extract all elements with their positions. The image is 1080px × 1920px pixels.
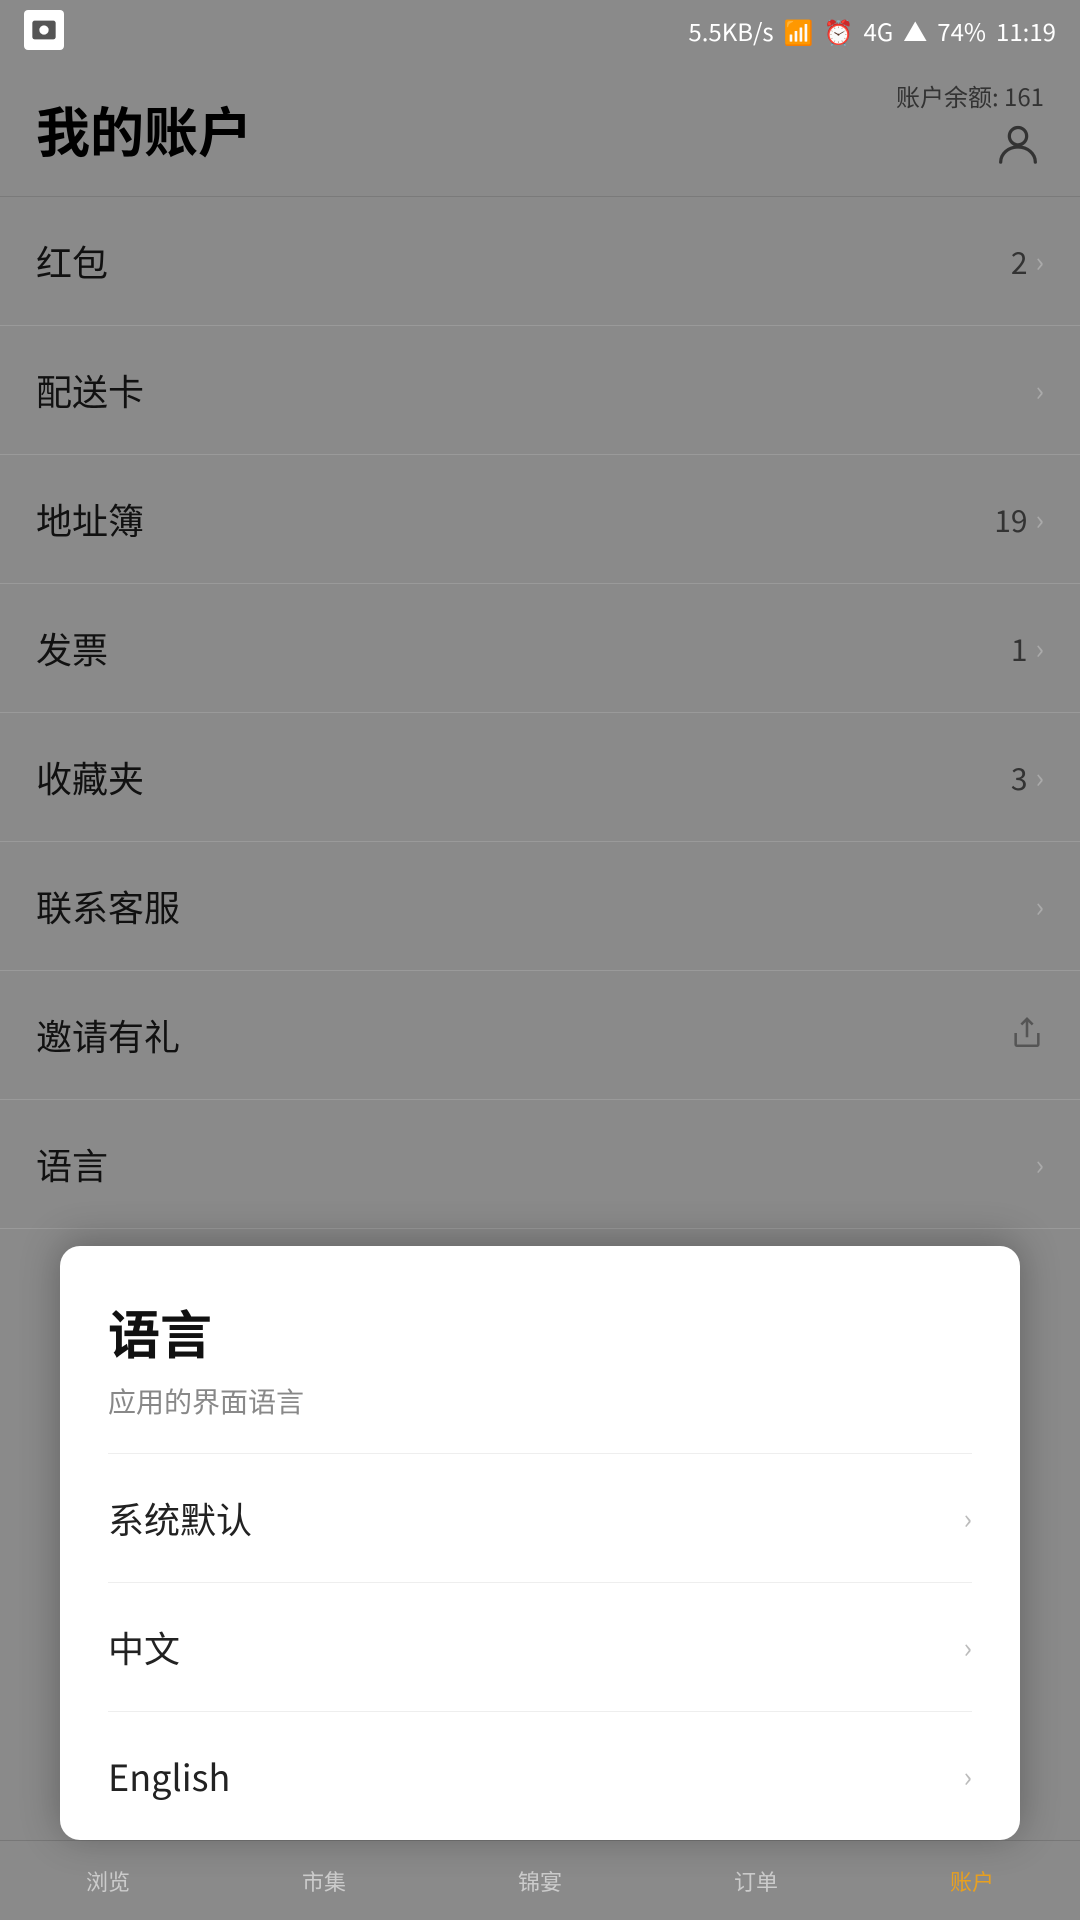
time-label: 11:19 [996,13,1056,48]
modal-subtitle: 应用的界面语言 [108,1381,972,1421]
menu-label-peisongka: 配送卡 [36,364,144,416]
language-option-system-label: 系统默认 [108,1492,252,1544]
status-left [24,10,64,50]
header-right: 账户余额: 161 [896,78,1044,178]
balance-display: 账户余额: 161 [896,78,1044,113]
chevron-icon-chinese: › [964,1627,972,1667]
language-option-chinese[interactable]: 中文 › [108,1582,972,1711]
nav-item-jingyan[interactable]: 锦宴 [432,1865,648,1897]
chevron-icon-kefu: › [1036,886,1044,926]
balance-label: 账户余额: [896,78,999,113]
photo-icon [24,10,64,50]
chevron-icon-hongbao: › [1036,241,1044,281]
menu-list: 红包 2 › 配送卡 › 地址簿 19 › 发票 1 › [0,197,1080,1229]
menu-label-fapiao: 发票 [36,622,108,674]
language-modal: 语言 应用的界面语言 系统默认 › 中文 › English › [60,1246,1020,1840]
menu-item-fapiao[interactable]: 发票 1 › [0,584,1080,713]
menu-item-kefu[interactable]: 联系客服 › [0,842,1080,971]
language-modal-overlay: 语言 应用的界面语言 系统默认 › 中文 › English › [0,1246,1080,1840]
language-option-english-label: English [108,1750,230,1802]
chevron-icon-dizhibo: › [1036,499,1044,539]
data-icon: 4G [863,13,893,48]
nav-label-orders: 订单 [734,1865,778,1897]
chevron-icon-english: › [964,1756,972,1796]
language-option-chinese-label: 中文 [108,1621,180,1673]
chevron-icon-peisongka: › [1036,370,1044,410]
user-avatar-button[interactable] [992,121,1044,178]
bottom-nav: 浏览 市集 锦宴 订单 账户 [0,1840,1080,1920]
menu-label-hongbao: 红包 [36,235,108,287]
menu-label-dizhibo: 地址簿 [36,493,144,545]
status-bar: 5.5KB/s 📶 ⏰ 4G ▲ 74% 11:19 [0,0,1080,60]
page-header: 我的账户 账户余额: 161 [0,60,1080,197]
signal-icon: 📶 [784,13,814,48]
menu-label-yuyan: 语言 [36,1138,108,1190]
nav-item-market[interactable]: 市集 [216,1865,432,1897]
menu-label-yaoqing: 邀请有礼 [36,1009,180,1061]
badge-fapiao: 1 [1011,626,1028,670]
balance-value: 161 [1004,78,1044,113]
menu-item-yuyan[interactable]: 语言 › [0,1100,1080,1229]
menu-item-dizhibo[interactable]: 地址簿 19 › [0,455,1080,584]
menu-item-shoucang[interactable]: 收藏夹 3 › [0,713,1080,842]
share-icon-yaoqing [1010,1011,1044,1060]
nav-label-browse: 浏览 [86,1865,130,1897]
badge-dizhibo: 19 [994,497,1027,541]
language-option-system[interactable]: 系统默认 › [108,1453,972,1582]
chevron-icon-system: › [964,1498,972,1538]
signal2-icon: ▲ [903,13,927,48]
nav-label-market: 市集 [302,1865,346,1897]
chevron-icon-fapiao: › [1036,628,1044,668]
menu-item-hongbao[interactable]: 红包 2 › [0,197,1080,326]
nav-label-jingyan: 锦宴 [518,1865,562,1897]
nav-item-account[interactable]: 账户 [864,1865,1080,1897]
chevron-icon-shoucang: › [1036,757,1044,797]
menu-item-yaoqing[interactable]: 邀请有礼 [0,971,1080,1100]
alarm-icon: ⏰ [824,13,854,48]
menu-item-peisongka[interactable]: 配送卡 › [0,326,1080,455]
language-option-english[interactable]: English › [108,1711,972,1840]
page-title: 我的账户 [36,89,252,168]
badge-hongbao: 2 [1011,239,1028,283]
status-right: 5.5KB/s 📶 ⏰ 4G ▲ 74% 11:19 [688,13,1056,48]
battery-label: 74% [937,13,986,48]
chevron-icon-yuyan: › [1036,1144,1044,1184]
nav-label-account: 账户 [950,1865,994,1897]
menu-label-kefu: 联系客服 [36,880,180,932]
modal-title: 语言 [108,1294,972,1369]
network-speed: 5.5KB/s [688,13,773,48]
nav-item-browse[interactable]: 浏览 [0,1865,216,1897]
nav-item-orders[interactable]: 订单 [648,1865,864,1897]
badge-shoucang: 3 [1011,755,1028,799]
menu-label-shoucang: 收藏夹 [36,751,144,803]
